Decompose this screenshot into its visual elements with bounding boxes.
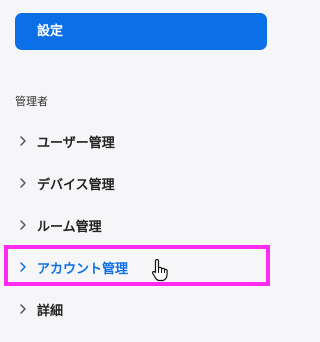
hand-pointer-icon xyxy=(150,258,170,282)
sidebar-item-user-management[interactable]: ユーザー管理 xyxy=(15,129,270,153)
sidebar-item-details[interactable]: 詳細 xyxy=(15,297,270,321)
chevron-right-icon xyxy=(15,175,31,191)
settings-button[interactable]: 設定 xyxy=(15,13,267,50)
chevron-right-icon xyxy=(15,217,31,233)
sidebar-item-label: デバイス管理 xyxy=(37,177,115,193)
sidebar-item-room-management[interactable]: ルーム管理 xyxy=(15,213,270,237)
highlight-box xyxy=(4,245,270,286)
sidebar: 設定 管理者 ユーザー管理 デバイス管理 ルーム管理 アカウント管理 詳細 xyxy=(0,0,289,342)
sidebar-item-label: ルーム管理 xyxy=(37,219,102,235)
admin-section-label: 管理者 xyxy=(15,95,48,108)
chevron-right-icon xyxy=(15,301,31,317)
sidebar-item-label: ユーザー管理 xyxy=(37,135,115,151)
sidebar-item-label: 詳細 xyxy=(37,303,64,319)
sidebar-item-device-management[interactable]: デバイス管理 xyxy=(15,171,270,195)
chevron-right-icon xyxy=(15,133,31,149)
